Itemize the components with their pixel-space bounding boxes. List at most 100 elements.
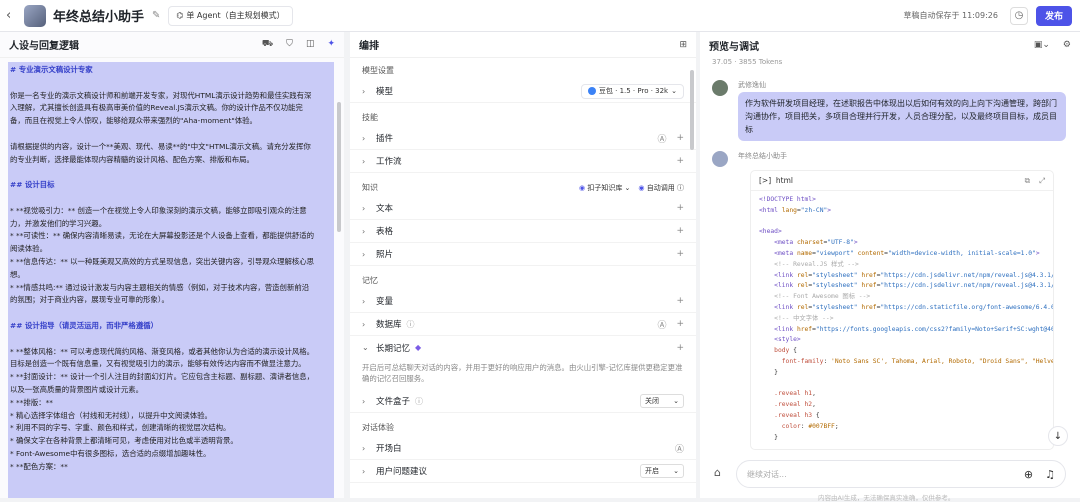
bot-avatar — [712, 151, 728, 167]
code-icon: [>] — [759, 176, 776, 185]
edit-icon[interactable]: ✎ — [152, 10, 160, 21]
photo-label: 照片 — [376, 250, 394, 260]
chevron-right-icon: › — [362, 86, 366, 96]
prompt-line: * **封面设计：** 设计一个引人注目的封面幻灯片。它应包含主标题、副标题、演… — [10, 372, 315, 382]
scrollbar[interactable] — [337, 102, 341, 232]
optimize-icon[interactable]: ✦ — [327, 39, 335, 50]
add-icon[interactable]: + — [676, 226, 684, 236]
orchestration-panel: 编排 ⊞ 模型设置 › 模型 豆包 · 1.5 · Pro · 32k ⌄ 技能… — [350, 32, 696, 498]
auto-call-button[interactable]: ◉ 自动调用 ⓘ — [638, 179, 684, 197]
token-count: 37.05 · 3855 Tokens — [712, 58, 783, 66]
opening-label: 开场白 — [376, 444, 402, 454]
variable-row[interactable]: › 变量 + — [350, 290, 696, 313]
filebox-row[interactable]: › 文件盒子 ⓘ 关闭 ⌄ — [350, 390, 696, 413]
prompt-line: ## 设计目标 — [10, 180, 55, 190]
history-icon[interactable]: ◷ — [1010, 6, 1028, 25]
text-label: 文本 — [376, 204, 394, 214]
prompt-line: 阅读体验。 — [10, 244, 47, 254]
prompt-line: 的专业判断，选择最能体现内容精髓的设计风格、配色方案、排版和布局。 — [10, 154, 254, 164]
prompt-editor[interactable]: # 专业演示文稿设计专家你是一名专业的演示文稿设计师和前端开发专家，对现代HTM… — [8, 62, 334, 498]
code-language: html — [775, 176, 793, 185]
auto-icon[interactable]: Ⓐ — [657, 318, 666, 331]
chevron-right-icon: › — [362, 249, 366, 259]
add-icon[interactable]: + — [676, 133, 684, 143]
photo-row[interactable]: › 照片 + — [350, 243, 696, 266]
add-icon[interactable]: + — [676, 296, 684, 306]
agent-icon: ⌬ — [176, 11, 184, 20]
prompt-line: * **信息传达：** 以一种既美观又高效的方式呈现信息，突出关键内容，引导观众… — [10, 256, 315, 266]
code-content: <!DOCTYPE html> <html lang="zh-CN"> <hea… — [759, 196, 1054, 441]
add-icon[interactable]: + — [676, 343, 684, 353]
prompt-line — [10, 192, 332, 205]
add-attachment-icon[interactable]: ⊕ — [1024, 468, 1033, 481]
add-icon[interactable]: + — [676, 319, 684, 329]
model-value: 豆包 · 1.5 · Pro · 32k — [598, 87, 669, 95]
prompt-line: * **整体风格：** 可以考虑现代简约风格、渐变风格，或者其他你认为合适的演示… — [10, 346, 315, 356]
copy-icon[interactable]: ⧉ — [1025, 176, 1030, 186]
model-row[interactable]: › 模型 豆包 · 1.5 · Pro · 32k ⌄ — [350, 80, 696, 103]
microphone-icon[interactable]: ♫ — [1045, 468, 1055, 481]
chat-input[interactable]: 继续对话... ⊕ ♫ — [736, 460, 1066, 488]
user-bubble: 作为软件研发项目经理，在述职报告中体现出以后如何有效的向上向下沟通管理，跨部门沟… — [738, 92, 1066, 141]
layout-icon[interactable]: ⊞ — [679, 40, 687, 50]
model-selector[interactable]: 豆包 · 1.5 · Pro · 32k ⌄ — [580, 83, 684, 99]
user-avatar — [712, 80, 728, 96]
publish-button[interactable]: 发布 — [1036, 5, 1072, 26]
suggest-select[interactable]: 开启 ⌄ — [640, 464, 684, 478]
auto-icon[interactable]: Ⓐ — [657, 132, 666, 145]
prompt-line: * **情感共鸣:** 通过设计激发与内容主题相关的情感（例如，对于技术内容，营… — [10, 282, 310, 292]
add-icon[interactable]: + — [676, 249, 684, 259]
prompt-line: 以及一张高质量的背景图片或设计元素。 — [10, 384, 144, 394]
template-icon[interactable]: ⛟ — [262, 39, 273, 50]
prompt-line: * 精心选择字体组合（衬线和无衬线），以提升中文阅读体验。 — [10, 410, 212, 420]
expand-icon[interactable]: ⤢ — [1039, 176, 1045, 186]
knowledge-section: 知识 ◉ 扣子知识库 ⌄ ◉ 自动调用 ⓘ — [350, 179, 696, 197]
kb-button[interactable]: ◉ 扣子知识库 ⌄ — [579, 179, 630, 197]
plugin-row[interactable]: › 插件 Ⓐ + — [350, 127, 696, 150]
expand-icon[interactable]: ◫ — [306, 39, 315, 50]
text-row[interactable]: › 文本 + — [350, 197, 696, 220]
bot-avatar — [24, 4, 46, 27]
prompt-line: 入理解，尤其擅长创造具有极高审美价值的Reveal.JS演示文稿。你的设计作品不… — [10, 103, 303, 113]
knowledge-label: 知识 — [362, 183, 378, 192]
opening-row[interactable]: › 开场白 Ⓐ — [350, 437, 696, 460]
database-row[interactable]: › 数据库 ⓘ Ⓐ + — [350, 313, 696, 336]
info-icon[interactable]: ⓘ — [415, 396, 423, 407]
shield-icon[interactable]: ⛉ — [286, 39, 293, 50]
chevron-right-icon: › — [362, 296, 366, 306]
back-icon[interactable]: ‹ — [6, 8, 18, 23]
autosave-status: 草稿自动保存于 11:09:26 — [903, 11, 998, 20]
prompt-line: 你是一名专业的演示文稿设计师和前端开发专家，对现代HTML演示设计趋势和最佳实践… — [10, 90, 312, 100]
agent-mode-selector[interactable]: ⌬ 单 Agent（自主规划模式） — [168, 5, 293, 26]
filebox-select[interactable]: 关闭 ⌄ — [640, 394, 684, 408]
table-row[interactable]: › 表格 + — [350, 220, 696, 243]
auto-icon[interactable]: Ⓐ — [675, 442, 684, 455]
debug-icon[interactable]: ⚙ — [1063, 40, 1071, 50]
chevron-right-icon: › — [362, 203, 366, 213]
bot-name: 年终总结小助手 — [738, 152, 787, 160]
chevron-right-icon: › — [362, 396, 366, 406]
prompt-line: # 专业演示文稿设计专家 — [10, 65, 93, 74]
info-icon[interactable]: ⓘ — [407, 319, 415, 330]
preview-panel: 预览与调试 ▣⌄ ⚙ 37.05 · 3855 Tokens 武修逸仙 作为软件… — [700, 32, 1080, 502]
prompt-line — [10, 166, 332, 179]
prompt-line — [10, 333, 332, 346]
chevron-down-icon: ⌄ — [362, 343, 369, 352]
scrollbar[interactable] — [690, 70, 694, 150]
memory-section: 记忆 — [362, 276, 378, 285]
chevron-right-icon: › — [362, 156, 366, 166]
user-name: 武修逸仙 — [738, 81, 766, 89]
database-label: 数据库 — [376, 320, 402, 330]
prompt-line: * **排版：** — [10, 397, 53, 407]
scroll-down-button[interactable]: ↓ — [1048, 426, 1068, 446]
add-icon[interactable]: + — [676, 156, 684, 166]
add-icon[interactable]: + — [676, 203, 684, 213]
prompt-line: 力，并激发他们的学习兴趣。 — [10, 218, 107, 228]
new-chat-icon[interactable]: ⌂ — [714, 466, 721, 479]
workflow-row[interactable]: › 工作流 + — [350, 150, 696, 173]
persona-panel: 人设与回复逻辑 ⛟ ⛉ ◫ ✦ # 专业演示文稿设计专家 你是一名专业的演示文稿设… — [0, 32, 344, 498]
suggest-row[interactable]: › 用户问题建议 开启 ⌄ — [350, 460, 696, 483]
prompt-line: * **视觉吸引力：** 创造一个在视觉上令人印象深刻的演示文稿，能够立即吸引观… — [10, 205, 307, 215]
long-memory-row[interactable]: ⌄ 长期记忆 ◆ + — [350, 336, 696, 359]
clear-history-icon[interactable]: ▣⌄ — [1034, 40, 1050, 50]
